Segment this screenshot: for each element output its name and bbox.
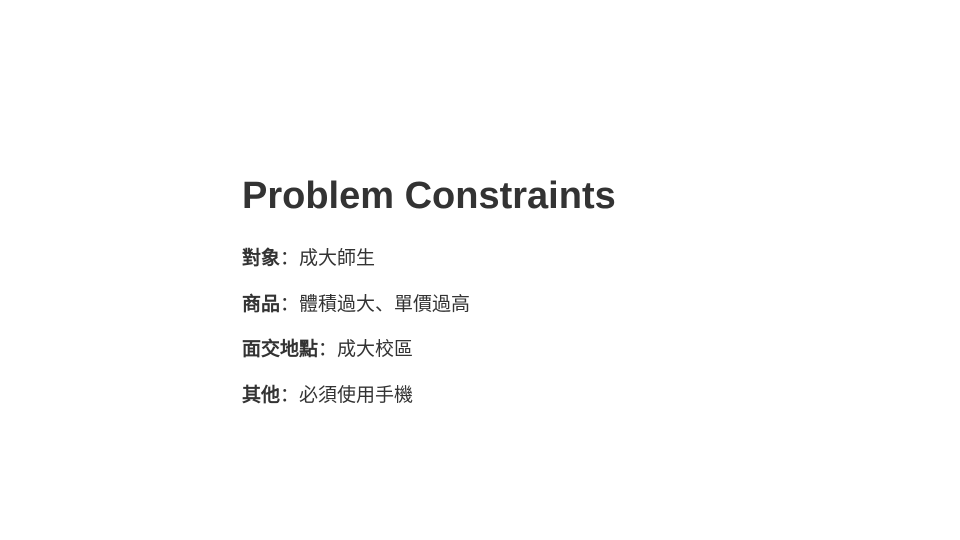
constraint-value: 必須使用手機 (299, 384, 414, 406)
constraint-label: 其他 (242, 384, 281, 406)
constraint-separator: ： (280, 248, 300, 269)
constraint-item-target: 對象：成大師生 (242, 244, 470, 290)
constraint-value: 成大師生 (299, 248, 376, 269)
slide-title: Problem Constraints (242, 175, 616, 217)
constraint-item-goods: 商品：體積過大、單價過高 (242, 290, 470, 336)
constraint-item-meeting-place: 面交地點：成大校區 (242, 335, 470, 381)
constraint-separator: ： (280, 384, 300, 406)
constraint-item-other: 其他：必須使用手機 (242, 381, 470, 427)
constraint-value: 成大校區 (337, 339, 414, 360)
constraint-separator: ： (318, 339, 338, 360)
constraint-label: 面交地點 (242, 339, 319, 360)
constraint-label: 對象 (242, 248, 281, 269)
slide: Problem Constraints 對象：成大師生 商品：體積過大、單價過高… (0, 0, 960, 540)
constraint-separator: ： (280, 293, 300, 315)
constraint-label: 商品 (242, 293, 281, 315)
constraint-list: 對象：成大師生 商品：體積過大、單價過高 面交地點：成大校區 其他：必須使用手機 (242, 244, 470, 426)
constraint-value: 體積過大、單價過高 (299, 293, 471, 315)
